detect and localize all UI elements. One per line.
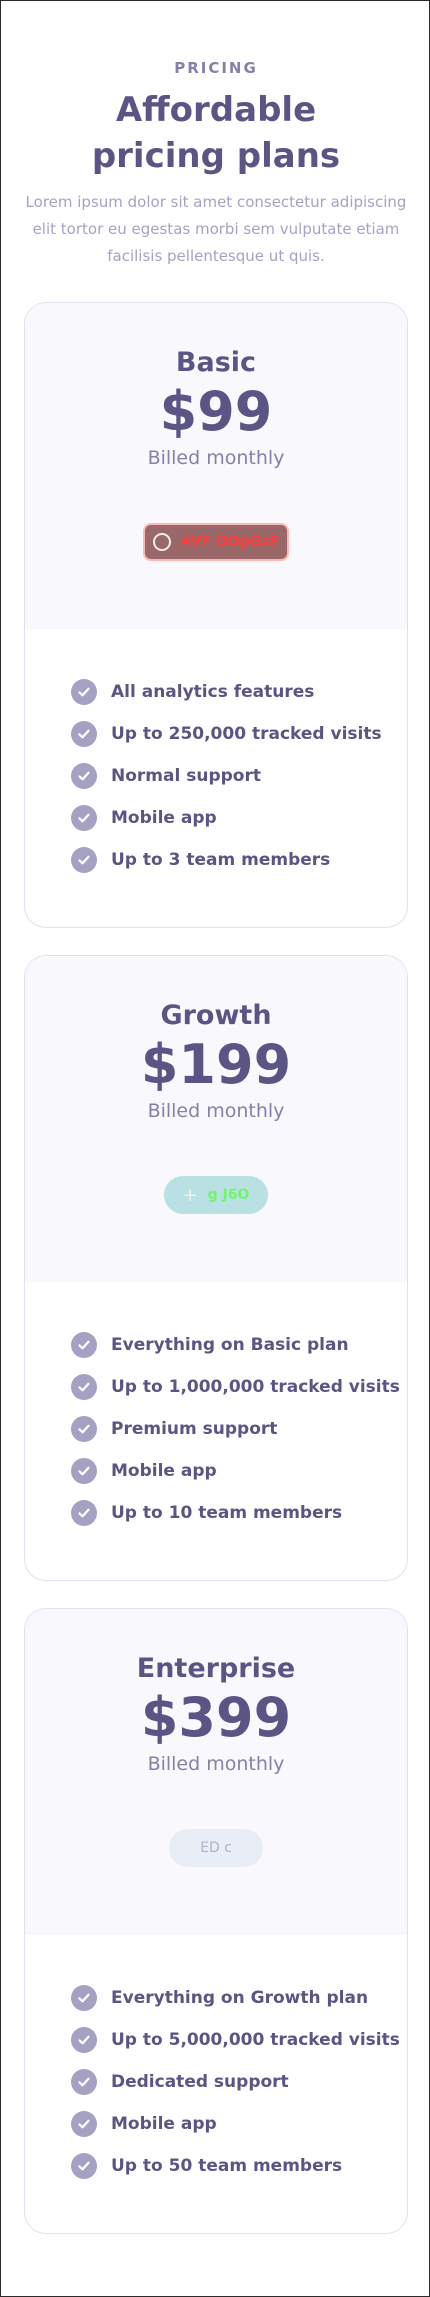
check-circle-icon: [71, 679, 97, 705]
check-circle-icon: [71, 2153, 97, 2179]
feature-item: Up to 5,000,000 tracked visits: [71, 2019, 407, 2061]
feature-item: All analytics features: [71, 671, 407, 713]
page-frame: PRICING Affordable pricing plans Lorem i…: [0, 0, 430, 2297]
plan-card-basic: Basic $99 Billed monthly 4VF ODpGsF All …: [24, 302, 408, 928]
plan-billing: Billed monthly: [147, 447, 285, 469]
feature-item: Up to 250,000 tracked visits: [71, 713, 407, 755]
feature-text: Normal support: [111, 766, 261, 786]
feature-item: Dedicated support: [71, 2061, 407, 2103]
page-title: Affordable pricing plans: [1, 87, 430, 179]
basic-plan-button-label: 4VF ODpGsF: [181, 534, 279, 550]
feature-text: Up to 250,000 tracked visits: [111, 724, 382, 744]
plan-price: $399: [140, 1686, 292, 1749]
enterprise-plan-button[interactable]: ED c: [169, 1829, 263, 1867]
feature-item: Mobile app: [71, 1450, 407, 1492]
check-circle-icon: [71, 763, 97, 789]
feature-text: Mobile app: [111, 2114, 217, 2134]
feature-item: Up to 10 team members: [71, 1492, 407, 1534]
check-circle-icon: [71, 1500, 97, 1526]
check-circle-icon: [71, 805, 97, 831]
feature-list: Everything on Growth plan Up to 5,000,00…: [25, 1935, 407, 2187]
growth-plan-button[interactable]: + g J6O: [164, 1176, 268, 1214]
eyebrow-label: PRICING: [174, 59, 258, 77]
ring-icon: [153, 533, 172, 551]
check-circle-icon: [71, 2027, 97, 2053]
plan-price: $199: [140, 1033, 292, 1096]
feature-item: Up to 1,000,000 tracked visits: [71, 1366, 407, 1408]
check-circle-icon: [71, 2069, 97, 2095]
feature-item: Mobile app: [71, 2103, 407, 2145]
plus-icon: +: [182, 1184, 198, 1206]
feature-list: Everything on Basic plan Up to 1,000,000…: [25, 1282, 407, 1534]
page-title-line-2: pricing plans: [91, 136, 341, 176]
plan-name: Enterprise: [136, 1653, 296, 1684]
feature-item: Mobile app: [71, 797, 407, 839]
check-circle-icon: [71, 721, 97, 747]
check-circle-icon: [71, 847, 97, 873]
feature-item: Premium support: [71, 1408, 407, 1450]
plan-card-growth: Growth $199 Billed monthly + g J6O Every…: [24, 955, 408, 1581]
check-circle-icon: [71, 1985, 97, 2011]
feature-text: Up to 1,000,000 tracked visits: [111, 1377, 400, 1397]
check-circle-icon: [71, 2111, 97, 2137]
enterprise-plan-button-label: ED c: [200, 1840, 232, 1856]
feature-list: All analytics features Up to 250,000 tra…: [25, 629, 407, 881]
feature-text: Mobile app: [111, 1461, 217, 1481]
check-circle-icon: [71, 1332, 97, 1358]
pricing-header: PRICING Affordable pricing plans Lorem i…: [1, 59, 430, 270]
feature-item: Normal support: [71, 755, 407, 797]
plan-card-enterprise: Enterprise $399 Billed monthly ED c Ever…: [24, 1608, 408, 2234]
feature-text: Premium support: [111, 1419, 278, 1439]
feature-text: Everything on Growth plan: [111, 1988, 369, 2008]
growth-plan-button-label: g J6O: [207, 1187, 250, 1203]
basic-plan-button[interactable]: 4VF ODpGsF: [143, 523, 289, 561]
plan-billing: Billed monthly: [147, 1753, 285, 1775]
feature-text: Up to 3 team members: [111, 850, 331, 870]
feature-item: Up to 3 team members: [71, 839, 407, 881]
feature-text: Up to 50 team members: [111, 2156, 343, 2176]
page-subtitle: Lorem ipsum dolor sit amet consectetur a…: [25, 193, 407, 265]
feature-item: Everything on Growth plan: [71, 1977, 407, 2019]
feature-text: Up to 10 team members: [111, 1503, 343, 1523]
plan-card-header: Basic $99 Billed monthly 4VF ODpGsF: [25, 303, 407, 629]
plan-name: Basic: [175, 347, 257, 378]
feature-text: Mobile app: [111, 808, 217, 828]
feature-text: Dedicated support: [111, 2072, 289, 2092]
plan-price: $99: [159, 380, 273, 443]
feature-text: Everything on Basic plan: [111, 1335, 349, 1355]
page-title-line-1: Affordable: [115, 90, 317, 130]
plan-name: Growth: [160, 1000, 272, 1031]
check-circle-icon: [71, 1374, 97, 1400]
plan-card-header: Enterprise $399 Billed monthly ED c: [25, 1609, 407, 1935]
check-circle-icon: [71, 1416, 97, 1442]
plan-billing: Billed monthly: [147, 1100, 285, 1122]
feature-text: All analytics features: [111, 682, 315, 702]
feature-item: Up to 50 team members: [71, 2145, 407, 2187]
plan-card-header: Growth $199 Billed monthly + g J6O: [25, 956, 407, 1282]
feature-text: Up to 5,000,000 tracked visits: [111, 2030, 400, 2050]
check-circle-icon: [71, 1458, 97, 1484]
feature-item: Everything on Basic plan: [71, 1324, 407, 1366]
